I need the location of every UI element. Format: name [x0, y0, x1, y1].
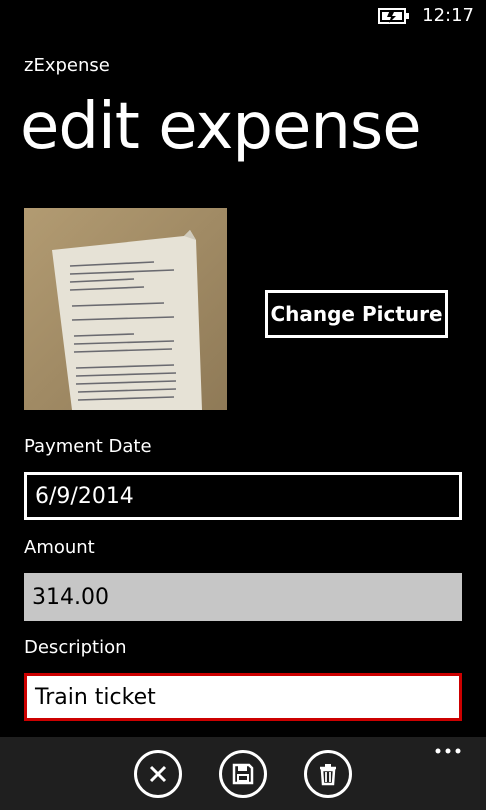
cancel-icon: [149, 765, 167, 783]
clock: 12:17: [422, 5, 474, 26]
app-bar: [0, 737, 486, 810]
delete-button[interactable]: [304, 750, 352, 798]
status-bar: 12:17: [0, 0, 486, 34]
delete-icon: [320, 764, 336, 786]
app-name: zExpense: [24, 55, 110, 76]
save-button[interactable]: [219, 750, 267, 798]
more-options-icon[interactable]: [434, 747, 462, 755]
receipt-photo: [24, 208, 227, 410]
amount-label: Amount: [24, 537, 95, 558]
battery-charging-icon: [378, 8, 409, 24]
save-icon: [232, 763, 254, 785]
cancel-button[interactable]: [134, 750, 182, 798]
change-picture-button[interactable]: Change Picture: [265, 290, 448, 338]
payment-date-field[interactable]: 6/9/2014: [24, 472, 462, 520]
payment-date-label: Payment Date: [24, 436, 152, 457]
amount-field[interactable]: 314.00: [24, 573, 462, 621]
description-label: Description: [24, 637, 127, 658]
page-title: edit expense: [20, 90, 422, 164]
description-field[interactable]: Train ticket: [24, 673, 462, 721]
